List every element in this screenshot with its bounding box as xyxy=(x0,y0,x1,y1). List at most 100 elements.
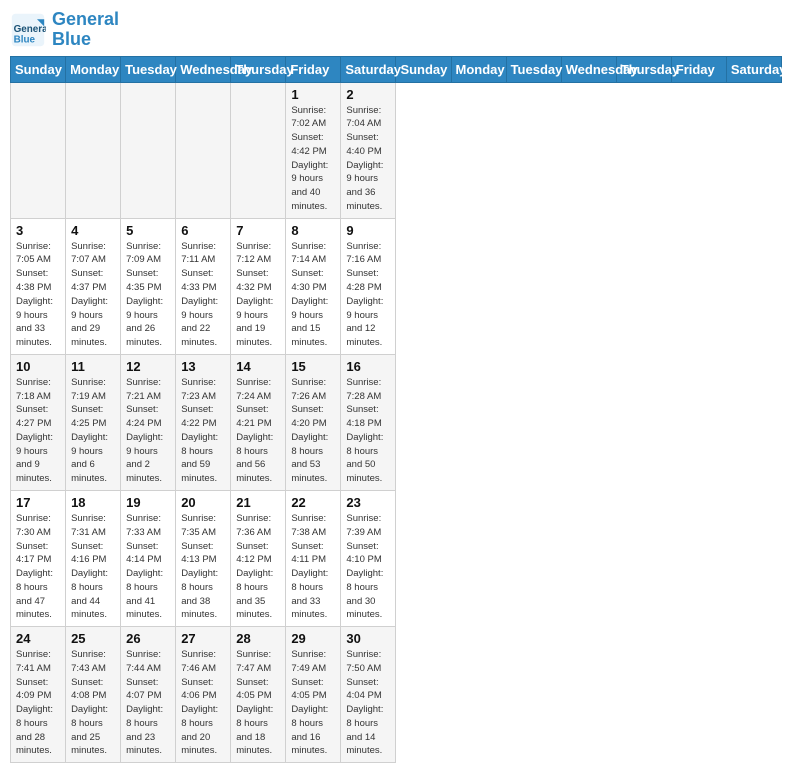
svg-text:General: General xyxy=(14,24,46,35)
day-number: 4 xyxy=(71,223,115,238)
day-cell: 18 Sunrise: 7:31 AM Sunset: 4:16 PM Dayli… xyxy=(66,490,121,626)
header-wednesday: Wednesday xyxy=(561,56,616,82)
week-row-4: 17Sunrise: 7:30 AM Sunset: 4:17 PM Dayli… xyxy=(11,490,782,626)
day-cell: 13 Sunrise: 7:23 AM Sunset: 4:22 PM Dayli… xyxy=(176,354,231,490)
week-row-1: 1 Sunrise: 7:02 AM Sunset: 4:42 PM Daylig… xyxy=(11,82,782,218)
day-cell: 10 Sunrise: 7:18 AM Sunset: 4:27 PM Dayli… xyxy=(11,354,66,490)
day-number: 12 xyxy=(126,359,170,374)
day-number: 26 xyxy=(126,631,170,646)
day-number: 1 xyxy=(291,87,335,102)
day-cell: 1 Sunrise: 7:02 AM Sunset: 4:42 PM Daylig… xyxy=(286,82,341,218)
day-number: 8 xyxy=(291,223,335,238)
header-friday: Friday xyxy=(286,56,341,82)
day-info: Sunrise: 7:31 AM Sunset: 4:16 PM Dayligh… xyxy=(71,513,108,620)
day-number: 13 xyxy=(181,359,225,374)
day-info: Sunrise: 7:36 AM Sunset: 4:12 PM Dayligh… xyxy=(236,513,273,620)
day-cell: 6 Sunrise: 7:11 AM Sunset: 4:33 PM Daylig… xyxy=(176,218,231,354)
day-number: 27 xyxy=(181,631,225,646)
day-cell: 7Sunrise: 7:12 AM Sunset: 4:32 PM Daylig… xyxy=(231,218,286,354)
day-info: Sunrise: 7:39 AM Sunset: 4:10 PM Dayligh… xyxy=(346,513,383,620)
day-cell: 4 Sunrise: 7:07 AM Sunset: 4:37 PM Daylig… xyxy=(66,218,121,354)
day-cell: 11 Sunrise: 7:19 AM Sunset: 4:25 PM Dayli… xyxy=(66,354,121,490)
day-cell: 23 Sunrise: 7:39 AM Sunset: 4:10 PM Dayli… xyxy=(341,490,396,626)
day-info: Sunrise: 7:18 AM Sunset: 4:27 PM Dayligh… xyxy=(16,377,53,484)
logo-text: GeneralBlue xyxy=(52,10,119,50)
day-cell: 20Sunrise: 7:35 AM Sunset: 4:13 PM Dayli… xyxy=(176,490,231,626)
day-number: 9 xyxy=(346,223,390,238)
day-info: Sunrise: 7:23 AM Sunset: 4:22 PM Dayligh… xyxy=(181,377,218,484)
day-number: 28 xyxy=(236,631,280,646)
day-cell: 19 Sunrise: 7:33 AM Sunset: 4:14 PM Dayli… xyxy=(121,490,176,626)
header-friday: Friday xyxy=(671,56,726,82)
header-monday: Monday xyxy=(66,56,121,82)
svg-text:Blue: Blue xyxy=(14,34,36,45)
day-number: 21 xyxy=(236,495,280,510)
day-cell xyxy=(176,82,231,218)
day-cell: 5Sunrise: 7:09 AM Sunset: 4:35 PM Daylig… xyxy=(121,218,176,354)
header-saturday: Saturday xyxy=(726,56,781,82)
day-info: Sunrise: 7:49 AM Sunset: 4:05 PM Dayligh… xyxy=(291,649,328,756)
day-info: Sunrise: 7:02 AM Sunset: 4:42 PM Dayligh… xyxy=(291,105,328,212)
day-number: 10 xyxy=(16,359,60,374)
day-info: Sunrise: 7:38 AM Sunset: 4:11 PM Dayligh… xyxy=(291,513,328,620)
day-info: Sunrise: 7:33 AM Sunset: 4:14 PM Dayligh… xyxy=(126,513,163,620)
day-info: Sunrise: 7:16 AM Sunset: 4:28 PM Dayligh… xyxy=(346,241,383,348)
day-info: Sunrise: 7:05 AM Sunset: 4:38 PM Dayligh… xyxy=(16,241,53,348)
day-cell: 26Sunrise: 7:44 AM Sunset: 4:07 PM Dayli… xyxy=(121,627,176,763)
day-number: 5 xyxy=(126,223,170,238)
day-number: 6 xyxy=(181,223,225,238)
header-tuesday: Tuesday xyxy=(506,56,561,82)
day-info: Sunrise: 7:11 AM Sunset: 4:33 PM Dayligh… xyxy=(181,241,218,348)
day-number: 29 xyxy=(291,631,335,646)
day-cell: 16Sunrise: 7:28 AM Sunset: 4:18 PM Dayli… xyxy=(341,354,396,490)
header-sunday: Sunday xyxy=(11,56,66,82)
day-cell xyxy=(121,82,176,218)
header-sunday: Sunday xyxy=(396,56,451,82)
day-cell: 29 Sunrise: 7:49 AM Sunset: 4:05 PM Dayli… xyxy=(286,627,341,763)
day-cell: 24Sunrise: 7:41 AM Sunset: 4:09 PM Dayli… xyxy=(11,627,66,763)
day-number: 2 xyxy=(346,87,390,102)
day-cell: 27 Sunrise: 7:46 AM Sunset: 4:06 PM Dayli… xyxy=(176,627,231,763)
day-cell: 25Sunrise: 7:43 AM Sunset: 4:08 PM Dayli… xyxy=(66,627,121,763)
day-info: Sunrise: 7:21 AM Sunset: 4:24 PM Dayligh… xyxy=(126,377,163,484)
week-row-5: 24Sunrise: 7:41 AM Sunset: 4:09 PM Dayli… xyxy=(11,627,782,763)
day-cell: 30Sunrise: 7:50 AM Sunset: 4:04 PM Dayli… xyxy=(341,627,396,763)
logo: General Blue GeneralBlue xyxy=(10,10,119,50)
day-cell: 22 Sunrise: 7:38 AM Sunset: 4:11 PM Dayli… xyxy=(286,490,341,626)
day-number: 3 xyxy=(16,223,60,238)
day-number: 15 xyxy=(291,359,335,374)
header-monday: Monday xyxy=(451,56,506,82)
day-cell: 21 Sunrise: 7:36 AM Sunset: 4:12 PM Dayli… xyxy=(231,490,286,626)
day-cell: 9 Sunrise: 7:16 AM Sunset: 4:28 PM Daylig… xyxy=(341,218,396,354)
day-info: Sunrise: 7:19 AM Sunset: 4:25 PM Dayligh… xyxy=(71,377,108,484)
day-info: Sunrise: 7:47 AM Sunset: 4:05 PM Dayligh… xyxy=(236,649,273,756)
day-cell: 2Sunrise: 7:04 AM Sunset: 4:40 PM Daylig… xyxy=(341,82,396,218)
day-info: Sunrise: 7:14 AM Sunset: 4:30 PM Dayligh… xyxy=(291,241,328,348)
day-info: Sunrise: 7:35 AM Sunset: 4:13 PM Dayligh… xyxy=(181,513,218,620)
day-info: Sunrise: 7:07 AM Sunset: 4:37 PM Dayligh… xyxy=(71,241,108,348)
day-cell xyxy=(11,82,66,218)
calendar-header-row: SundayMondayTuesdayWednesdayThursdayFrid… xyxy=(11,56,782,82)
day-cell: 8 Sunrise: 7:14 AM Sunset: 4:30 PM Daylig… xyxy=(286,218,341,354)
day-info: Sunrise: 7:12 AM Sunset: 4:32 PM Dayligh… xyxy=(236,241,273,348)
day-number: 18 xyxy=(71,495,115,510)
day-number: 30 xyxy=(346,631,390,646)
day-info: Sunrise: 7:24 AM Sunset: 4:21 PM Dayligh… xyxy=(236,377,273,484)
day-info: Sunrise: 7:43 AM Sunset: 4:08 PM Dayligh… xyxy=(71,649,108,756)
day-number: 11 xyxy=(71,359,115,374)
header-saturday: Saturday xyxy=(341,56,396,82)
day-cell: 12 Sunrise: 7:21 AM Sunset: 4:24 PM Dayli… xyxy=(121,354,176,490)
day-number: 22 xyxy=(291,495,335,510)
day-cell: 14Sunrise: 7:24 AM Sunset: 4:21 PM Dayli… xyxy=(231,354,286,490)
header-wednesday: Wednesday xyxy=(176,56,231,82)
logo-icon: General Blue xyxy=(10,12,46,48)
day-number: 17 xyxy=(16,495,60,510)
day-info: Sunrise: 7:41 AM Sunset: 4:09 PM Dayligh… xyxy=(16,649,53,756)
day-number: 19 xyxy=(126,495,170,510)
day-cell: 28 Sunrise: 7:47 AM Sunset: 4:05 PM Dayli… xyxy=(231,627,286,763)
day-number: 23 xyxy=(346,495,390,510)
header: General Blue GeneralBlue xyxy=(10,10,782,50)
week-row-2: 3 Sunrise: 7:05 AM Sunset: 4:38 PM Daylig… xyxy=(11,218,782,354)
day-info: Sunrise: 7:46 AM Sunset: 4:06 PM Dayligh… xyxy=(181,649,218,756)
day-info: Sunrise: 7:26 AM Sunset: 4:20 PM Dayligh… xyxy=(291,377,328,484)
